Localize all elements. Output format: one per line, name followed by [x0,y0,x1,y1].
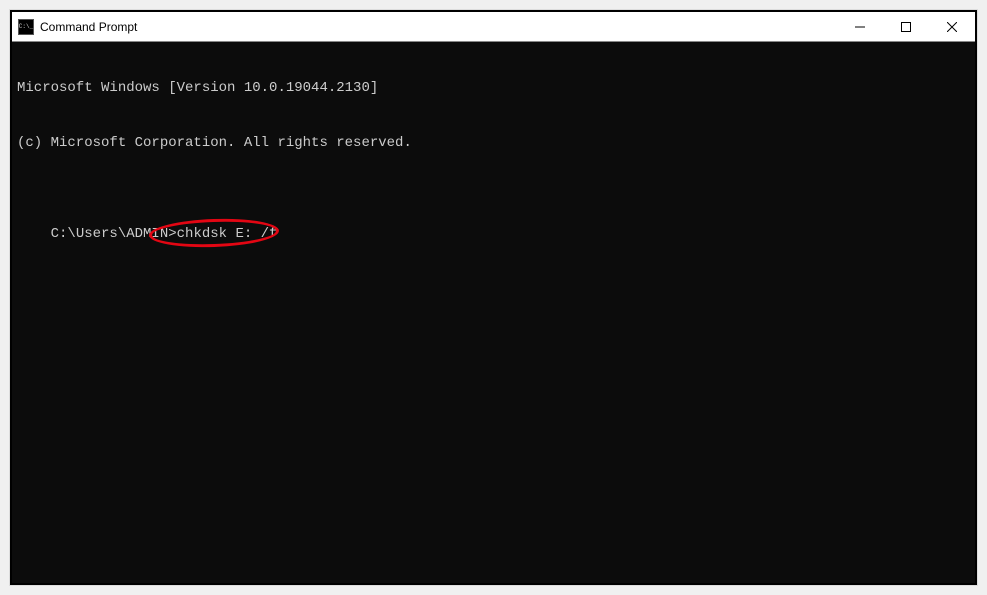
command-prompt-window: Command Prompt Microsoft Windows [ [10,10,977,585]
window-controls [837,12,975,42]
maximize-icon [901,22,911,32]
close-icon [947,22,957,32]
terminal-prompt-row: C:\Users\ADMIN>chkdsk E: /f [51,225,278,243]
terminal-output-line: (c) Microsoft Corporation. All rights re… [17,134,970,152]
terminal-prompt: C:\Users\ADMIN> [51,226,177,242]
window-title: Command Prompt [40,20,137,34]
terminal-command: chkdsk E: /f [177,226,278,242]
terminal-area[interactable]: Microsoft Windows [Version 10.0.19044.21… [12,42,975,583]
title-bar-left: Command Prompt [12,19,837,35]
maximize-button[interactable] [883,12,929,42]
title-bar[interactable]: Command Prompt [12,12,975,42]
terminal-blank-line [17,189,970,207]
close-button[interactable] [929,12,975,42]
minimize-button[interactable] [837,12,883,42]
minimize-icon [855,22,865,32]
command-prompt-icon [18,19,34,35]
terminal-output-line: Microsoft Windows [Version 10.0.19044.21… [17,79,970,97]
